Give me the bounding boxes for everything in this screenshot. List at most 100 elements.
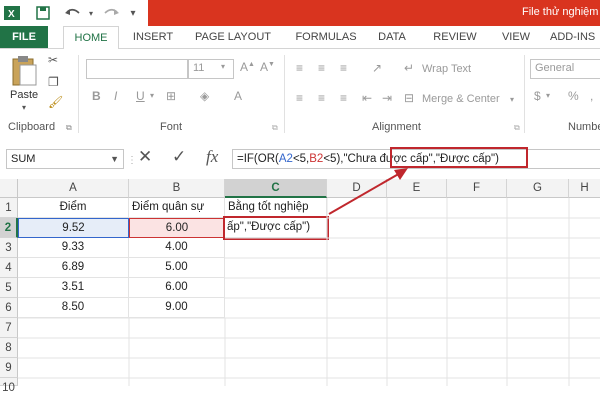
formula-part: <5, bbox=[292, 153, 310, 165]
undo-icon[interactable] bbox=[62, 4, 84, 22]
undo-dropdown-icon[interactable]: ▾ bbox=[86, 4, 96, 22]
column-header-d[interactable]: D bbox=[327, 179, 387, 198]
chevron-down-icon: ▾ bbox=[221, 62, 226, 71]
tab-review[interactable]: REVIEW bbox=[430, 26, 480, 48]
row-header-6[interactable]: 6 bbox=[0, 298, 18, 318]
column-header-c[interactable]: C bbox=[225, 179, 327, 198]
row-header-10[interactable]: 10 bbox=[0, 378, 18, 394]
number-group-label: Numbe bbox=[568, 121, 600, 133]
name-box-value: SUM bbox=[11, 153, 36, 165]
row-header-4[interactable]: 4 bbox=[0, 258, 18, 278]
insert-function-icon[interactable]: fx bbox=[206, 147, 218, 167]
ribbon-tabs: FILE HOME INSERT PAGE LAYOUT FORMULAS DA… bbox=[0, 26, 600, 50]
align-center-icon[interactable]: ≡ bbox=[318, 91, 325, 105]
row-header-8[interactable]: 8 bbox=[0, 338, 18, 358]
tab-home[interactable]: HOME bbox=[63, 26, 119, 50]
column-header-g[interactable]: G bbox=[507, 179, 569, 198]
borders-icon[interactable]: ⊞ bbox=[166, 89, 176, 103]
worksheet-grid[interactable]: A B C D E F G H 1 2 3 4 5 6 7 8 9 10 Điể… bbox=[0, 179, 600, 394]
format-painter-icon[interactable]: 🖌 bbox=[48, 95, 63, 109]
middle-align-icon[interactable]: ≡ bbox=[318, 61, 325, 75]
font-size-select[interactable]: 11 ▾ bbox=[188, 59, 234, 79]
merge-center-button[interactable]: Merge & Center bbox=[422, 93, 500, 105]
copy-icon[interactable]: ❐ bbox=[48, 75, 59, 89]
percent-button[interactable]: % bbox=[568, 89, 579, 103]
accounting-dropdown-icon[interactable]: ▾ bbox=[546, 91, 550, 100]
accounting-format-icon[interactable]: $ bbox=[534, 89, 541, 103]
decrease-indent-icon[interactable]: ⇤ bbox=[362, 91, 372, 105]
font-launcher-icon[interactable]: ⧉ bbox=[272, 123, 278, 133]
separator bbox=[524, 55, 525, 133]
bottom-align-icon[interactable]: ≡ bbox=[340, 61, 347, 75]
formula-bar-grip-icon[interactable]: ⋮ bbox=[127, 155, 137, 166]
font-name-select[interactable] bbox=[86, 59, 188, 79]
fill-color-icon[interactable]: ◈ bbox=[200, 89, 209, 103]
alignment-group-label: Alignment bbox=[372, 121, 421, 133]
formula-part: A2 bbox=[278, 153, 293, 165]
enter-icon[interactable]: ✓ bbox=[172, 147, 186, 167]
increase-indent-icon[interactable]: ⇥ bbox=[382, 91, 392, 105]
svg-text:X: X bbox=[8, 9, 15, 20]
wrap-text-button[interactable]: Wrap Text bbox=[422, 63, 471, 75]
tab-add-ins[interactable]: ADD-INS bbox=[550, 26, 600, 48]
font-group-label: Font bbox=[160, 121, 183, 133]
column-header-f[interactable]: F bbox=[447, 179, 507, 198]
align-left-icon[interactable]: ≡ bbox=[296, 91, 303, 105]
align-right-icon[interactable]: ≡ bbox=[340, 91, 347, 105]
tab-page-layout[interactable]: PAGE LAYOUT bbox=[188, 26, 278, 48]
column-header-h[interactable]: H bbox=[569, 179, 600, 198]
separator bbox=[284, 55, 285, 133]
row-header-3[interactable]: 3 bbox=[0, 238, 18, 258]
excel-logo-icon: X bbox=[4, 4, 20, 22]
separator bbox=[78, 55, 79, 133]
save-icon[interactable] bbox=[34, 4, 52, 22]
gridlines bbox=[18, 198, 600, 386]
formula-part: B2 bbox=[309, 153, 324, 165]
tab-file[interactable]: FILE bbox=[0, 26, 48, 48]
wrap-text-icon[interactable]: ↵ bbox=[404, 61, 414, 75]
decrease-font-icon[interactable]: A▼ bbox=[260, 60, 275, 74]
paste-label[interactable]: Paste bbox=[10, 89, 38, 101]
comma-button[interactable]: , bbox=[590, 89, 593, 103]
merge-dropdown-icon[interactable]: ▾ bbox=[510, 95, 514, 104]
tab-data[interactable]: DATA bbox=[372, 26, 412, 48]
number-format-select[interactable]: General bbox=[530, 59, 600, 79]
tab-formulas[interactable]: FORMULAS bbox=[290, 26, 362, 48]
row-header-9[interactable]: 9 bbox=[0, 358, 18, 378]
alignment-launcher-icon[interactable]: ⧉ bbox=[514, 123, 520, 133]
column-header-b[interactable]: B bbox=[129, 179, 225, 198]
redo-icon[interactable] bbox=[100, 4, 122, 22]
cancel-icon[interactable]: ✕ bbox=[138, 147, 152, 167]
clipboard-launcher-icon[interactable]: ⧉ bbox=[66, 123, 72, 133]
tab-insert[interactable]: INSERT bbox=[128, 26, 178, 48]
number-format-value: General bbox=[535, 62, 575, 74]
increase-font-icon[interactable]: A▲ bbox=[240, 60, 255, 74]
select-all-corner[interactable] bbox=[0, 179, 18, 198]
row-header-2[interactable]: 2 bbox=[0, 218, 18, 238]
merge-center-icon[interactable]: ⊟ bbox=[404, 91, 414, 105]
chevron-down-icon[interactable]: ▼ bbox=[110, 150, 119, 168]
cut-icon[interactable]: ✂ bbox=[48, 53, 58, 67]
font-color-icon[interactable]: A bbox=[234, 89, 242, 103]
bold-button[interactable]: B bbox=[92, 89, 101, 103]
column-header-a[interactable]: A bbox=[18, 179, 129, 198]
paste-dropdown-icon[interactable]: ▾ bbox=[22, 103, 26, 112]
column-header-e[interactable]: E bbox=[387, 179, 447, 198]
highlight-box-formula bbox=[390, 147, 528, 168]
underline-button[interactable]: U bbox=[136, 89, 145, 103]
row-header-7[interactable]: 7 bbox=[0, 318, 18, 338]
row-header-5[interactable]: 5 bbox=[0, 278, 18, 298]
top-align-icon[interactable]: ≡ bbox=[296, 61, 303, 75]
orientation-icon[interactable]: ↗ bbox=[372, 61, 382, 75]
underline-dropdown-icon[interactable]: ▾ bbox=[150, 91, 154, 100]
name-box[interactable]: SUM ▼ bbox=[6, 149, 124, 169]
title-bar: X ▾ ▾ File thử nghiệm bbox=[0, 0, 600, 26]
customize-toolbar-icon[interactable]: ▾ bbox=[126, 4, 140, 22]
paste-icon[interactable] bbox=[8, 55, 40, 91]
formula-part: =IF(OR( bbox=[237, 153, 279, 165]
italic-button[interactable]: I bbox=[114, 89, 117, 103]
row-header-1[interactable]: 1 bbox=[0, 198, 18, 218]
ribbon: Paste ▾ ✂ ❐ 🖌 Clipboard ⧉ 11 ▾ A▲ A▼ B I… bbox=[0, 49, 600, 138]
window-title: File thử nghiệm bbox=[522, 6, 599, 18]
tab-view[interactable]: VIEW bbox=[498, 26, 534, 48]
